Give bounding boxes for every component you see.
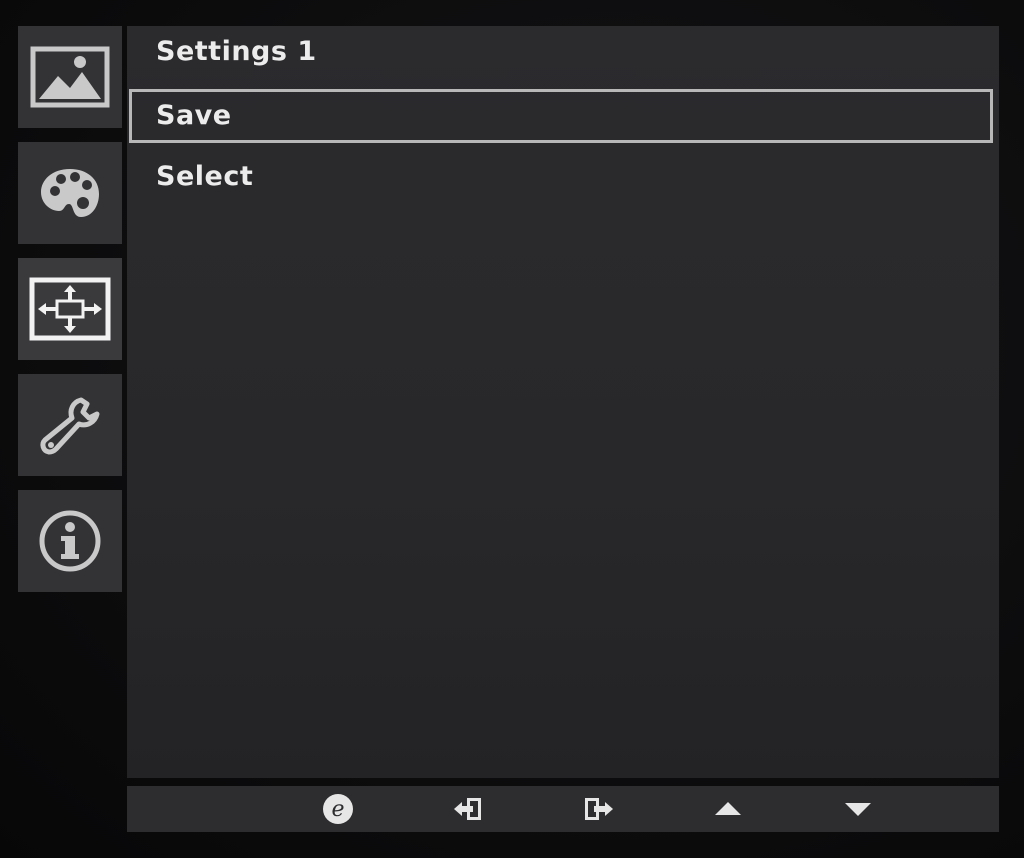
menu-item-save[interactable]: Save	[129, 89, 993, 143]
up-arrow-icon	[715, 802, 741, 815]
display-layout-icon	[29, 277, 111, 341]
info-icon	[39, 510, 101, 572]
e-key-icon: e	[323, 794, 353, 824]
svg-text:e: e	[331, 797, 344, 822]
exit-button[interactable]	[582, 793, 616, 825]
sidebar-item-information[interactable]	[18, 490, 122, 592]
picture-icon	[30, 46, 110, 108]
menu-item-select[interactable]: Select	[129, 151, 993, 205]
page-title: Settings 1	[156, 36, 317, 67]
enter-button[interactable]	[451, 793, 485, 825]
wrench-icon	[40, 397, 100, 455]
menu-item-label: Save	[156, 100, 232, 131]
color-palette-icon	[41, 169, 99, 217]
down-button[interactable]	[841, 793, 875, 825]
exit-icon	[585, 798, 613, 820]
e-key-button[interactable]: e	[321, 793, 355, 825]
up-button[interactable]	[711, 793, 745, 825]
sidebar-item-color[interactable]	[18, 142, 122, 244]
osd-screen: Settings 1 Save Select e	[0, 0, 1024, 858]
sidebar-item-picture[interactable]	[18, 26, 122, 128]
down-arrow-icon	[845, 803, 871, 816]
enter-icon	[454, 798, 481, 820]
menu-item-label: Select	[156, 161, 254, 192]
sidebar-item-display[interactable]	[18, 258, 122, 360]
osd-button-bar: e	[127, 786, 999, 832]
osd-main-panel: Settings 1 Save Select	[127, 26, 999, 778]
sidebar-item-settings[interactable]	[18, 374, 122, 476]
